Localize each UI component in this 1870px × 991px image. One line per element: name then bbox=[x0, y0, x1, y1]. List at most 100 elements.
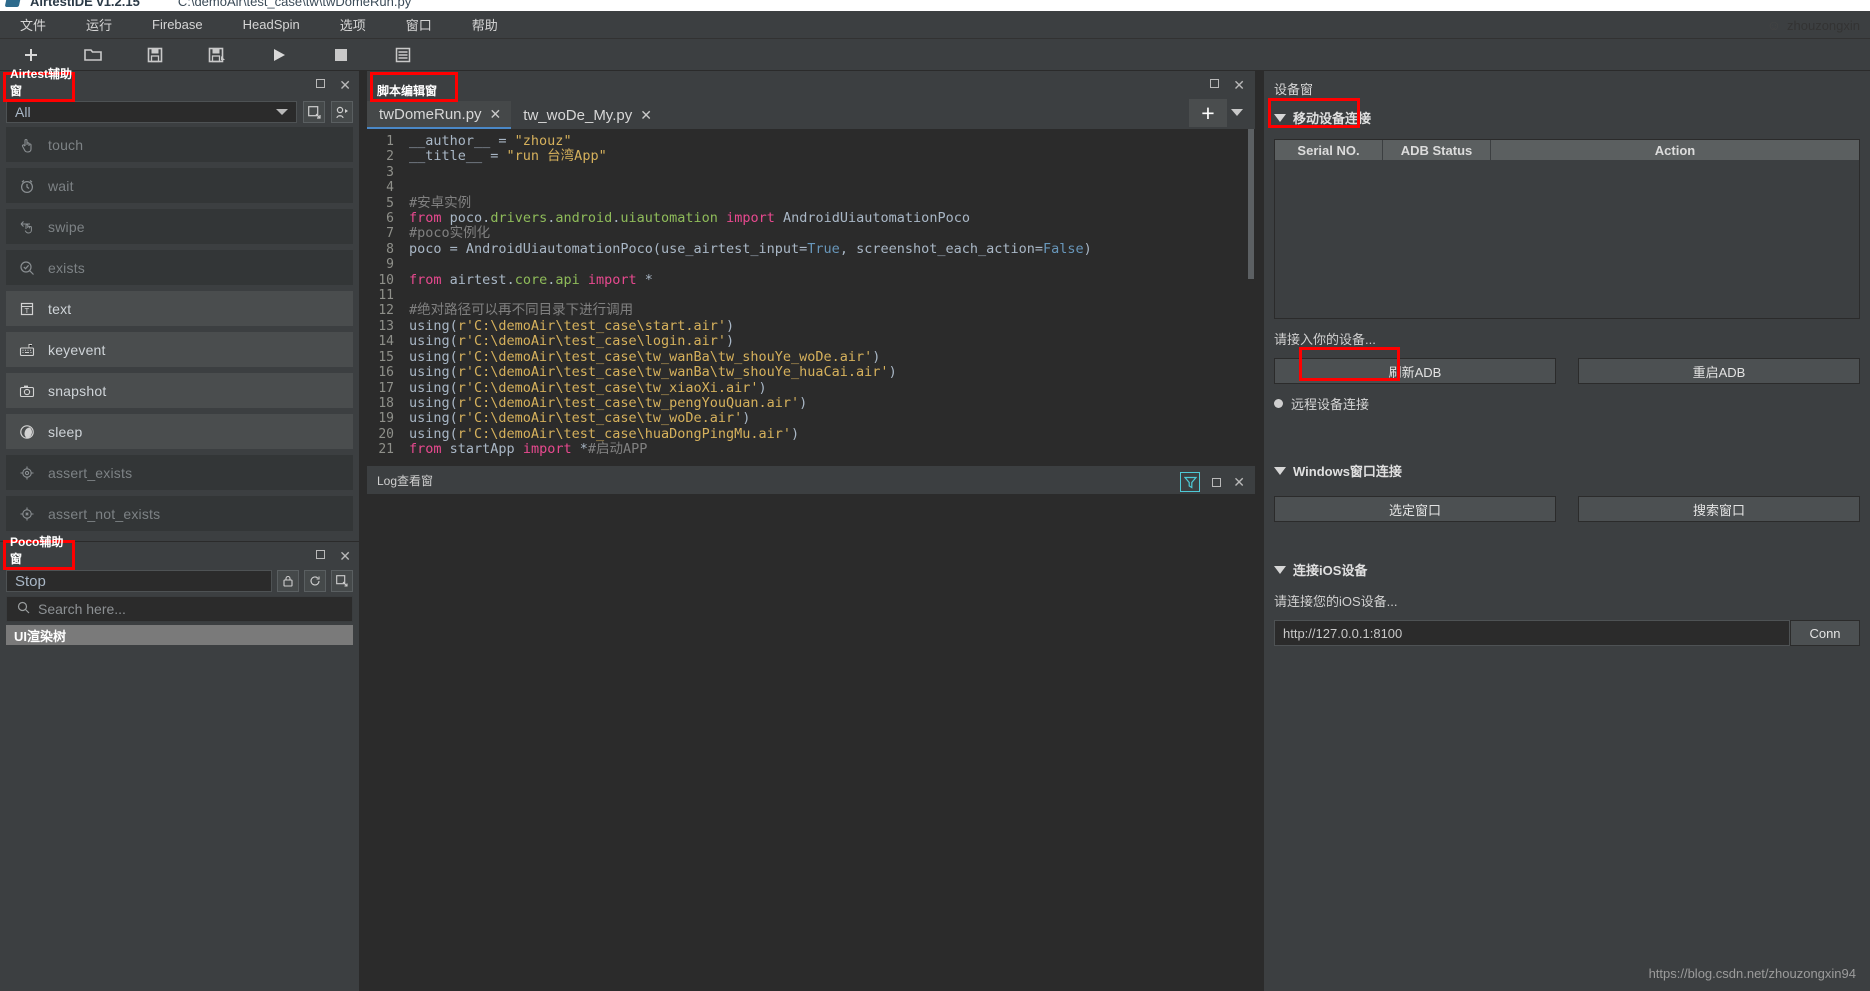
airtest-capture-button[interactable] bbox=[303, 101, 325, 123]
airtest-action-text[interactable]: T text bbox=[6, 291, 353, 326]
menu-item-file[interactable]: 文件 bbox=[0, 11, 66, 38]
new-tab-button[interactable]: + bbox=[1189, 99, 1227, 127]
airtest-action-wait[interactable]: wait bbox=[6, 168, 353, 203]
ios-section-header[interactable]: 连接iOS设备 bbox=[1264, 560, 1870, 579]
mobile-device-section-header[interactable]: 移动设备连接 bbox=[1264, 108, 1870, 127]
poco-mode-select[interactable]: Stop bbox=[6, 570, 272, 592]
airtest-action-swipe[interactable]: swipe bbox=[6, 209, 353, 244]
maximize-icon[interactable] bbox=[1212, 477, 1222, 487]
run-button[interactable] bbox=[248, 40, 310, 70]
airtest-action-assert-not-exists[interactable]: assert_not_exists bbox=[6, 496, 353, 531]
menu-item-run[interactable]: 运行 bbox=[66, 11, 132, 38]
code-line[interactable]: using(r'C:\demoAir\test_case\tw_woDe.air… bbox=[409, 410, 1255, 426]
code-line[interactable]: using(r'C:\demoAir\test_case\tw_pengYouQ… bbox=[409, 395, 1255, 411]
log-filter-icon[interactable] bbox=[1180, 472, 1201, 492]
code-line[interactable]: using(r'C:\demoAir\test_case\tw_wanBa\tw… bbox=[409, 364, 1255, 380]
code-editor[interactable]: 1 2 3 4 5 6 7 8 9 10 11 12 13 14 15 16 17 18 19 20 21 __auth… bbox=[367, 129, 1255, 463]
airtest-action-assert-exists[interactable]: assert_exists bbox=[6, 455, 353, 490]
airtest-filter-select[interactable]: All bbox=[6, 101, 297, 123]
main-toolbar bbox=[0, 39, 1870, 71]
camera-icon bbox=[18, 382, 36, 400]
windows-section-header[interactable]: Windows窗口连接 bbox=[1264, 461, 1870, 480]
code-line[interactable]: #poco实例化 bbox=[409, 226, 1255, 241]
device-table-header: Serial NO. ADB Status Action bbox=[1275, 140, 1859, 160]
save-as-button[interactable] bbox=[186, 40, 248, 70]
code-line[interactable] bbox=[409, 180, 1255, 195]
log-output-area[interactable] bbox=[367, 494, 1255, 991]
log-panel-title: Log查看窗 bbox=[377, 473, 434, 488]
select-window-button[interactable]: 选定窗口 bbox=[1274, 496, 1556, 522]
code-line[interactable] bbox=[409, 257, 1255, 272]
remote-device-toggle[interactable]: 远程设备连接 bbox=[1264, 394, 1870, 413]
moon-icon bbox=[18, 423, 36, 441]
code-line[interactable]: from poco.drivers.android.uiautomation i… bbox=[409, 210, 1255, 226]
poco-capture-button[interactable] bbox=[331, 570, 353, 592]
menu-item-headspin[interactable]: HeadSpin bbox=[223, 13, 320, 36]
stop-button[interactable] bbox=[310, 40, 372, 70]
poco-search-input[interactable]: Search here... bbox=[6, 596, 353, 622]
airtest-record-button[interactable] bbox=[331, 101, 353, 123]
close-icon[interactable]: ✕ bbox=[339, 549, 351, 563]
annotation-label-poco: Poco辅助窗 bbox=[10, 535, 64, 566]
code-line[interactable]: from airtest.core.api import * bbox=[409, 272, 1255, 288]
editor-scrollbar[interactable] bbox=[1247, 129, 1255, 463]
code-line[interactable]: using(r'C:\demoAir\test_case\huaDongPing… bbox=[409, 426, 1255, 442]
code-content[interactable]: __author__ = "zhouz" __title__ = "run 台湾A… bbox=[399, 129, 1255, 463]
code-line[interactable] bbox=[409, 165, 1255, 180]
airtest-action-snapshot[interactable]: snapshot bbox=[6, 373, 353, 408]
poco-assistant-panel: ✕ Stop Search here... UI渲染树 bbox=[0, 541, 360, 991]
maximize-icon[interactable] bbox=[316, 550, 326, 559]
chevron-down-icon[interactable] bbox=[1231, 109, 1243, 116]
close-icon[interactable]: ✕ bbox=[339, 78, 351, 92]
line-number: 1 bbox=[386, 134, 394, 149]
airtest-action-exists[interactable]: exists bbox=[6, 250, 353, 285]
code-line[interactable]: #绝对路径可以再不同目录下进行调用 bbox=[409, 303, 1255, 318]
menu-item-help[interactable]: 帮助 bbox=[452, 11, 518, 38]
code-line[interactable]: from startApp import *#启动APP bbox=[409, 441, 1255, 457]
menu-item-firebase[interactable]: Firebase bbox=[132, 13, 223, 36]
airtest-action-touch[interactable]: touch bbox=[6, 127, 353, 162]
code-line[interactable]: using(r'C:\demoAir\test_case\tw_xiaoXi.a… bbox=[409, 380, 1255, 396]
device-table: Serial NO. ADB Status Action bbox=[1274, 139, 1860, 319]
airtest-action-keyevent[interactable]: keyevent bbox=[6, 332, 353, 367]
save-button[interactable] bbox=[124, 40, 186, 70]
maximize-icon[interactable] bbox=[1210, 79, 1220, 88]
user-account-area[interactable]: ☺ zhouzongxin bbox=[1767, 11, 1860, 39]
search-window-button[interactable]: 搜索窗口 bbox=[1578, 496, 1860, 522]
line-number: 9 bbox=[386, 257, 394, 273]
close-icon[interactable]: ✕ bbox=[1233, 78, 1245, 92]
device-panel-scrollbar[interactable] bbox=[1862, 71, 1870, 991]
poco-ui-tree-header: UI渲染树 bbox=[6, 625, 353, 645]
ios-connect-button[interactable]: Conn bbox=[1790, 620, 1860, 646]
code-line[interactable]: using(r'C:\demoAir\test_case\tw_wanBa\tw… bbox=[409, 349, 1255, 365]
editor-scrollbar-thumb[interactable] bbox=[1248, 129, 1254, 279]
ios-address-input[interactable]: http://127.0.0.1:8100 bbox=[1274, 620, 1790, 646]
restart-adb-button[interactable]: 重启ADB bbox=[1578, 358, 1860, 384]
close-tab-icon[interactable]: ✕ bbox=[490, 106, 502, 123]
poco-refresh-button[interactable] bbox=[304, 570, 326, 592]
code-line[interactable] bbox=[409, 288, 1255, 303]
line-number: 19 bbox=[378, 411, 394, 427]
airtest-action-sleep[interactable]: sleep bbox=[6, 414, 353, 449]
menu-item-options[interactable]: 选项 bbox=[320, 11, 386, 38]
close-tab-icon[interactable]: ✕ bbox=[640, 107, 652, 124]
device-table-body[interactable] bbox=[1275, 160, 1859, 318]
clock-icon bbox=[18, 177, 36, 195]
code-line[interactable]: using(r'C:\demoAir\test_case\login.air') bbox=[409, 333, 1255, 349]
refresh-adb-button[interactable]: 刷新ADB bbox=[1274, 358, 1556, 384]
airtest-action-label: wait bbox=[48, 177, 74, 194]
code-line[interactable]: poco = AndroidUiautomationPoco(use_airte… bbox=[409, 241, 1255, 257]
close-icon[interactable]: ✕ bbox=[1233, 475, 1245, 489]
menu-item-window[interactable]: 窗口 bbox=[386, 11, 452, 38]
line-number: 7 bbox=[386, 226, 394, 242]
maximize-icon[interactable] bbox=[316, 79, 326, 88]
editor-tab-twdomerun[interactable]: twDomeRun.py ✕ bbox=[367, 101, 512, 129]
device-panel: 设备窗 移动设备连接 Serial NO. ADB Status Action … bbox=[1263, 71, 1870, 991]
poco-ui-tree-body[interactable] bbox=[0, 645, 359, 991]
code-line[interactable]: using(r'C:\demoAir\test_case\start.air') bbox=[409, 318, 1255, 334]
editor-tab-twwode-my[interactable]: tw_woDe_My.py ✕ bbox=[511, 101, 662, 129]
code-line[interactable]: __title__ = "run 台湾App" bbox=[409, 148, 1255, 164]
code-line[interactable]: #安卓实例 bbox=[409, 195, 1255, 211]
report-button[interactable] bbox=[372, 40, 434, 70]
poco-lock-button[interactable] bbox=[277, 570, 299, 592]
